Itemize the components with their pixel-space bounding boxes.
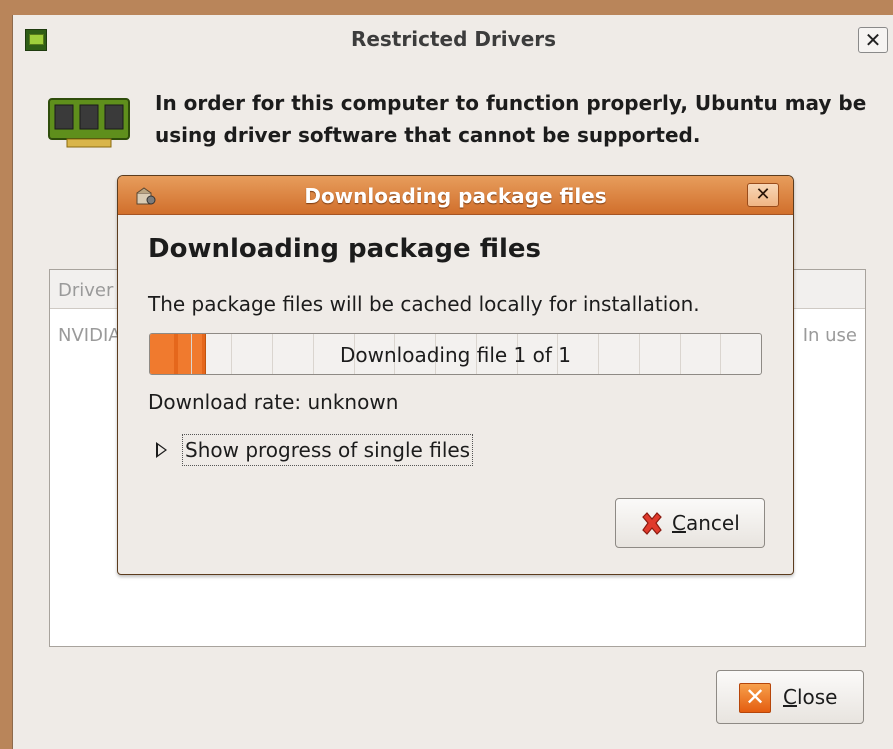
dialog-heading: Downloading package files — [148, 234, 541, 264]
progress-text: Downloading file 1 of 1 — [340, 343, 571, 367]
close-mnemonic: C — [783, 685, 797, 709]
expander-label: Show progress of single files — [182, 434, 474, 466]
download-progress-bar: Downloading file 1 of 1 — [149, 333, 762, 375]
dialog-titlebar[interactable]: Downloading package files ✕ — [118, 176, 793, 215]
dialog-description: The package files will be cached locally… — [148, 292, 700, 316]
cancel-mnemonic: C — [672, 511, 686, 535]
download-rate: Download rate: unknown — [148, 390, 399, 414]
cancel-button[interactable]: Cancel — [615, 498, 765, 548]
close-button-label: Close — [783, 685, 838, 709]
close-button[interactable]: ✕ Close — [716, 670, 864, 724]
window-close-button[interactable]: ✕ — [858, 27, 888, 53]
window-titlebar[interactable]: Restricted Drivers ✕ — [13, 15, 893, 63]
window-title: Restricted Drivers — [350, 27, 557, 51]
expander-arrow-icon — [156, 442, 167, 458]
show-progress-expander[interactable]: Show progress of single files — [156, 434, 516, 470]
cancel-button-label: Cancel — [672, 511, 740, 535]
driver-name: NVIDIA — [58, 325, 121, 346]
download-dialog: Downloading package files ✕ Downloading … — [117, 175, 794, 575]
driver-status: In use — [802, 325, 857, 346]
explanation-text: In order for this computer to function p… — [155, 91, 867, 147]
hardware-chip-icon — [48, 98, 130, 148]
close-label-rest: lose — [796, 685, 838, 709]
cancel-icon — [642, 512, 662, 535]
dialog-close-button[interactable]: ✕ — [747, 183, 779, 207]
close-x-icon: ✕ — [739, 683, 771, 713]
dialog-title: Downloading package files — [304, 184, 607, 208]
cancel-label-rest: ancel — [685, 511, 740, 535]
column-header-driver[interactable]: Driver — [58, 280, 113, 301]
